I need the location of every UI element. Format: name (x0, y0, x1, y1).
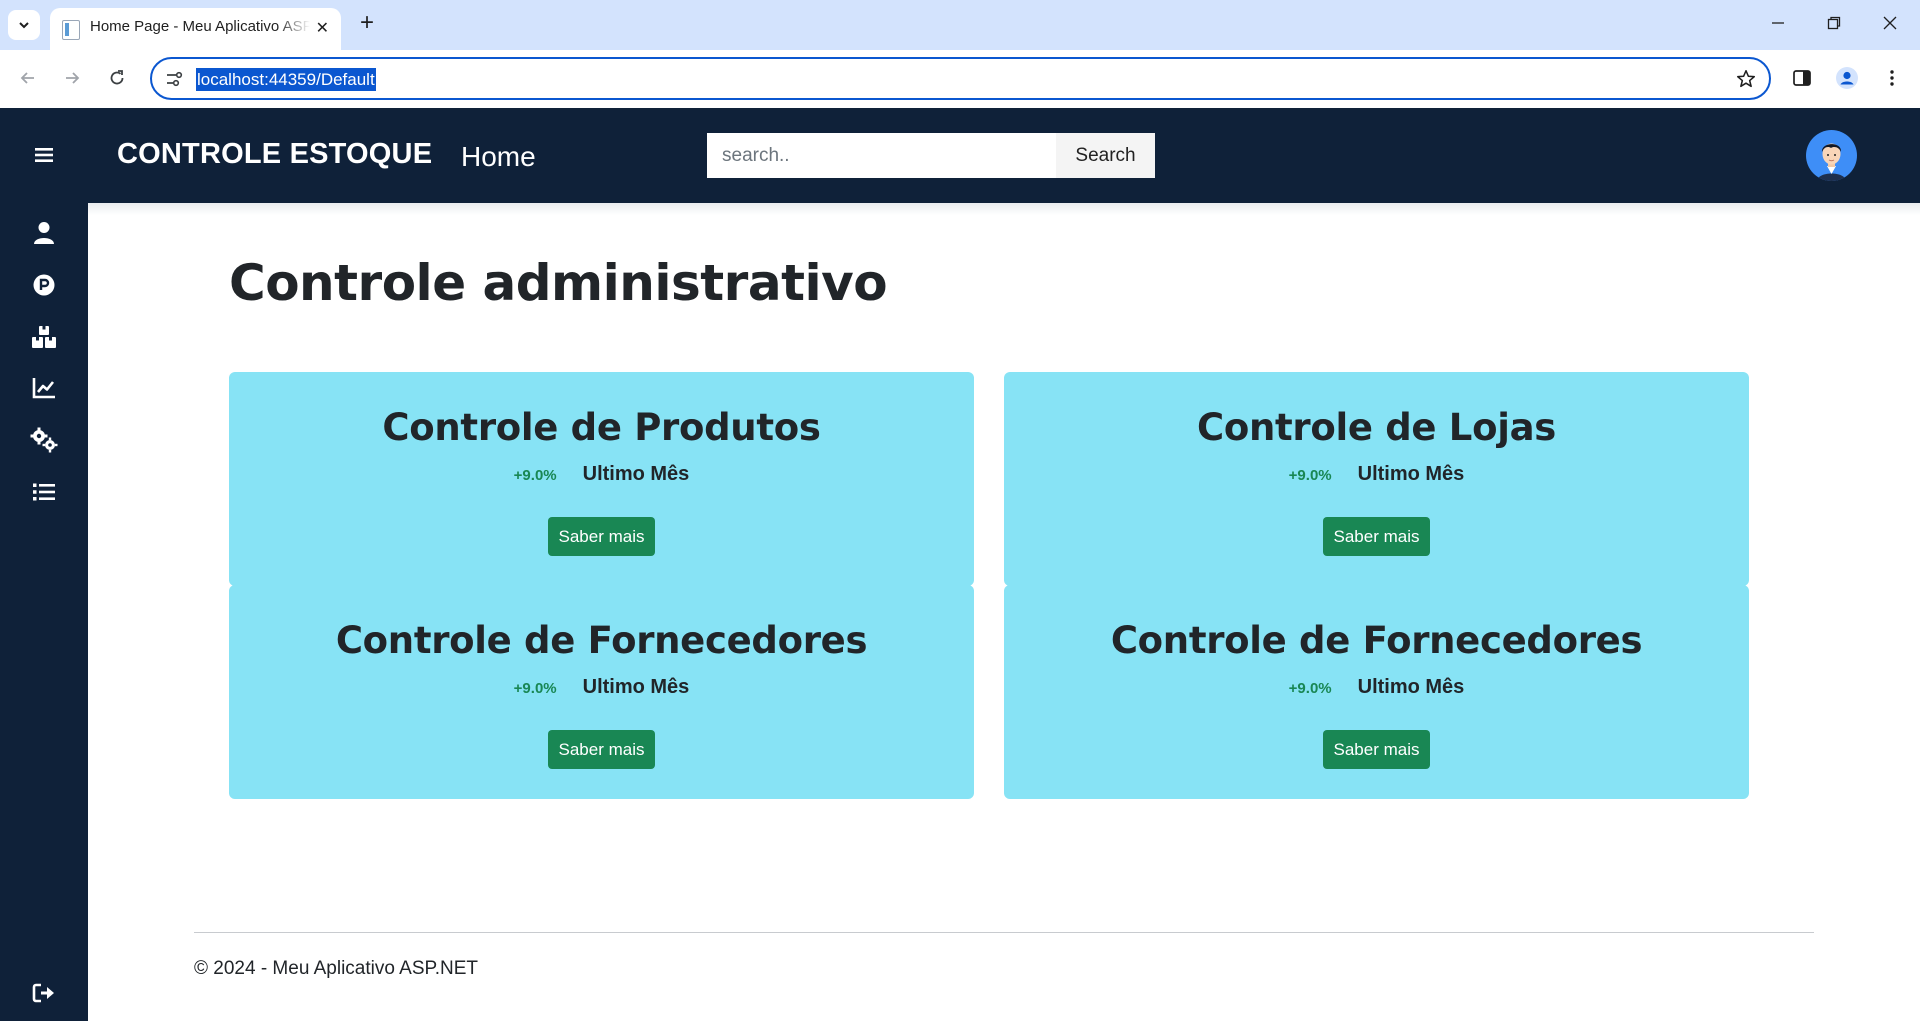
card-stat: +9.0% Ultimo Mês (1004, 463, 1749, 486)
user-avatar-icon (1817, 143, 1846, 181)
profile-button[interactable] (1831, 62, 1863, 94)
period-label: Ultimo Mês (582, 676, 690, 698)
address-bar[interactable]: localhost:44359/Default (150, 57, 1771, 100)
side-panel-icon (1793, 70, 1811, 86)
browser-tab[interactable]: Home Page - Meu Aplicativo ASP.NET ✕ (50, 8, 341, 50)
back-button[interactable] (12, 62, 44, 94)
period-label: Ultimo Mês (582, 463, 690, 485)
sidebar-item-users[interactable] (30, 219, 58, 247)
card-title: Controle de Fornecedores (335, 619, 868, 662)
sidebar-item-settings[interactable] (30, 426, 58, 454)
close-icon (1883, 16, 1897, 30)
bookmark-star-icon[interactable] (1735, 68, 1757, 90)
restore-button[interactable] (1814, 8, 1854, 38)
card-controle-fornecedores-2: Controle de Fornecedores +9.0% Ultimo Mê… (1004, 585, 1749, 799)
header-shadow (88, 203, 1920, 215)
saber-mais-button[interactable]: Saber mais (548, 517, 655, 556)
sidebar-toggle[interactable] (30, 141, 58, 169)
saber-mais-button[interactable]: Saber mais (1323, 517, 1430, 556)
arrow-right-icon (66, 72, 80, 84)
more-vertical-icon (1890, 70, 1894, 86)
app-header: CONTROLE ESTOQUE Home Search (88, 108, 1920, 203)
card-controle-lojas: Controle de Lojas +9.0% Ultimo Mês Saber… (1004, 372, 1749, 586)
avatar[interactable] (1806, 130, 1857, 181)
footer-copyright: © 2024 - Meu Aplicativo ASP.NET (194, 958, 479, 979)
sidebar-item-reports[interactable] (30, 374, 58, 402)
card-controle-produtos: Controle de Produtos +9.0% Ultimo Mês Sa… (229, 372, 974, 586)
parking-icon (33, 274, 55, 296)
search-button[interactable]: Search (1056, 133, 1155, 178)
card-stat: +9.0% Ultimo Mês (229, 463, 974, 486)
brand-title[interactable]: CONTROLE ESTOQUE (117, 138, 432, 171)
user-icon (34, 222, 54, 244)
profile-icon (1836, 67, 1858, 89)
close-window-button[interactable] (1870, 8, 1910, 38)
browser-menu-button[interactable] (1876, 62, 1908, 94)
sidebar-item-parking[interactable] (30, 271, 58, 299)
chart-line-icon (32, 378, 55, 399)
close-tab-icon[interactable]: ✕ (316, 18, 329, 38)
card-stat: +9.0% Ultimo Mês (229, 676, 974, 699)
card-title: Controle de Fornecedores (1110, 619, 1643, 662)
reload-button[interactable] (101, 62, 133, 94)
saber-mais-button[interactable]: Saber mais (1323, 730, 1430, 769)
card-title: Controle de Lojas (1197, 406, 1556, 449)
change-percent: +9.0% (513, 467, 557, 484)
hamburger-menu-icon (35, 148, 53, 162)
minimize-button[interactable] (1758, 8, 1798, 38)
arrow-left-icon (20, 72, 34, 84)
sidebar-item-stock[interactable] (30, 323, 58, 351)
list-icon (33, 483, 55, 501)
period-label: Ultimo Mês (1357, 463, 1465, 485)
card-controle-fornecedores: Controle de Fornecedores +9.0% Ultimo Mê… (229, 585, 974, 799)
page-title: Home (461, 141, 536, 172)
page-heading: Controle administrativo (229, 254, 888, 312)
sign-out-icon (32, 983, 54, 1003)
page-favicon-icon (62, 20, 80, 40)
browser-toolbar: localhost:44359/Default (0, 50, 1920, 108)
new-tab-button[interactable]: + (352, 8, 382, 38)
tab-search-button[interactable] (8, 10, 40, 40)
restore-icon (1827, 16, 1841, 30)
period-label: Ultimo Mês (1357, 676, 1465, 698)
card-title: Controle de Produtos (382, 406, 821, 449)
sidebar-item-list[interactable] (30, 478, 58, 506)
gears-icon (30, 427, 58, 453)
footer-divider (194, 932, 1814, 933)
change-percent: +9.0% (513, 680, 557, 697)
side-panel-button[interactable] (1786, 62, 1818, 94)
url-text[interactable]: localhost:44359/Default (196, 68, 376, 91)
change-percent: +9.0% (1288, 680, 1332, 697)
card-stat: +9.0% Ultimo Mês (1004, 676, 1749, 699)
sidebar (0, 108, 88, 1021)
forward-button[interactable] (56, 62, 88, 94)
browser-tab-strip: Home Page - Meu Aplicativo ASP.NET ✕ + (0, 0, 1920, 50)
tab-title: Home Page - Meu Aplicativo ASP.NET (90, 18, 310, 35)
search-input[interactable] (707, 133, 1056, 178)
change-percent: +9.0% (1288, 467, 1332, 484)
saber-mais-button[interactable]: Saber mais (548, 730, 655, 769)
chevron-down-icon (19, 22, 29, 29)
minimize-icon (1772, 22, 1784, 24)
reload-icon (110, 70, 124, 85)
site-settings-icon[interactable] (164, 69, 184, 89)
sidebar-item-logout[interactable] (30, 979, 58, 1007)
boxes-icon (32, 326, 56, 348)
